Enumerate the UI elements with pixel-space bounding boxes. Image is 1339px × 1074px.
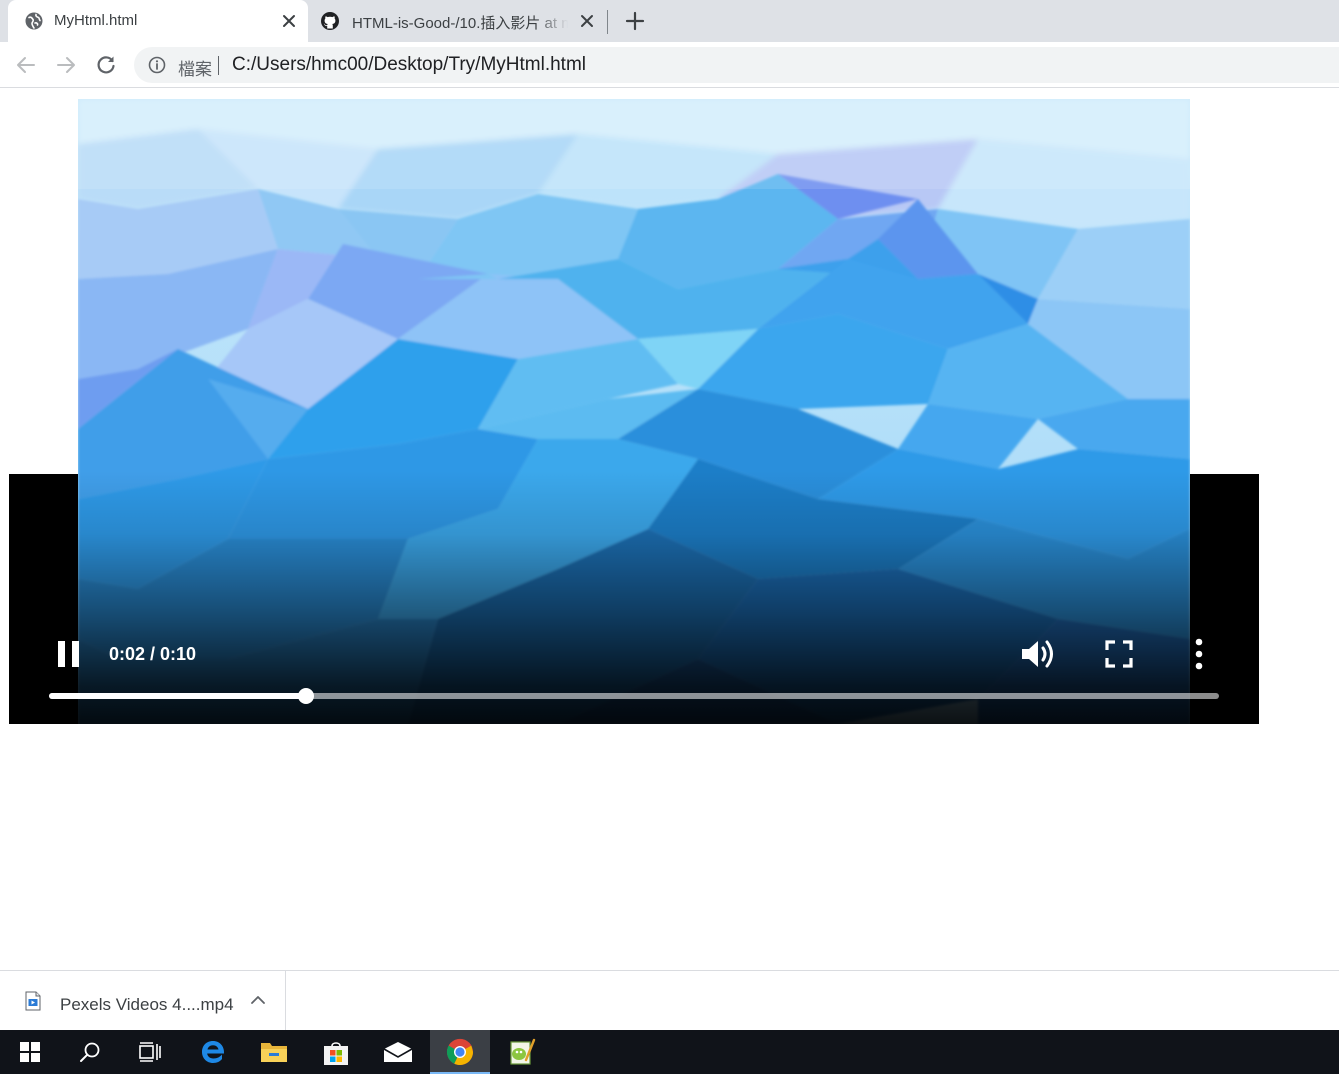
store-icon (324, 1042, 348, 1065)
pause-icon[interactable] (55, 638, 83, 670)
video-file-icon (25, 991, 41, 1011)
scheme-label: 檔案 (178, 60, 212, 79)
plus-icon[interactable] (624, 10, 646, 32)
url-text[interactable]: C:/Users/hmc00/Desktop/Try/MyHtml.html (232, 54, 586, 76)
store-button[interactable] (306, 1030, 366, 1074)
seek-bar-progress (49, 693, 307, 699)
tab-strip: MyHtml.html HTML-is-Good-/10.插入影片 at mas… (0, 0, 1339, 42)
start-button[interactable] (0, 1030, 60, 1074)
more-options-icon[interactable] (1189, 637, 1209, 671)
edge-button[interactable] (183, 1030, 243, 1074)
github-icon (321, 12, 339, 30)
download-filename: Pexels Videos 4....mp4 (60, 995, 234, 1014)
info-icon[interactable] (148, 56, 166, 74)
edge-icon (202, 1041, 225, 1063)
task-view-icon (139, 1042, 161, 1062)
reload-icon[interactable] (94, 53, 118, 77)
file-explorer-button[interactable] (244, 1030, 304, 1074)
download-item[interactable]: Pexels Videos 4....mp4 (0, 971, 286, 1031)
address-bar[interactable]: 檔案 C:/Users/hmc00/Desktop/Try/MyHtml.htm… (134, 47, 1339, 83)
video-player[interactable]: 0:02 / 0:10 (9, 99, 1259, 724)
chevron-up-icon[interactable] (249, 993, 267, 1007)
time-display: 0:02 / 0:10 (109, 644, 197, 664)
close-tab-icon[interactable] (578, 12, 596, 30)
file-explorer-icon (261, 1043, 287, 1062)
scheme-divider (218, 56, 219, 75)
search-button[interactable] (60, 1030, 120, 1074)
tab-title: HTML-is-Good-/10.插入影片 at master (352, 15, 568, 32)
notepad-plus-button[interactable] (492, 1030, 552, 1074)
tab-github[interactable]: HTML-is-Good-/10.插入影片 at master (308, 0, 608, 42)
seek-bar[interactable] (49, 688, 1219, 704)
notepad-plus-icon (510, 1038, 536, 1065)
globe-icon (25, 12, 43, 30)
search-icon (80, 1042, 100, 1062)
volume-icon[interactable] (1019, 636, 1057, 672)
tab-separator (607, 10, 608, 34)
tab-myhtml[interactable]: MyHtml.html (8, 0, 308, 42)
forward-arrow-icon[interactable] (54, 53, 78, 77)
taskbar (0, 1030, 1339, 1074)
fullscreen-icon[interactable] (1104, 639, 1134, 669)
chrome-icon (446, 1038, 473, 1066)
task-view-button[interactable] (120, 1030, 180, 1074)
browser-toolbar: 檔案 C:/Users/hmc00/Desktop/Try/MyHtml.htm… (0, 42, 1339, 88)
close-tab-icon[interactable] (280, 12, 298, 30)
tab-title: MyHtml.html (54, 12, 138, 29)
download-shelf: Pexels Videos 4....mp4 (0, 970, 1339, 1031)
start-icon (20, 1042, 40, 1062)
mail-icon (383, 1042, 413, 1062)
mail-button[interactable] (368, 1030, 428, 1074)
back-arrow-icon[interactable] (14, 53, 38, 77)
chrome-button[interactable] (430, 1030, 490, 1074)
controls-scrim (9, 471, 1259, 724)
